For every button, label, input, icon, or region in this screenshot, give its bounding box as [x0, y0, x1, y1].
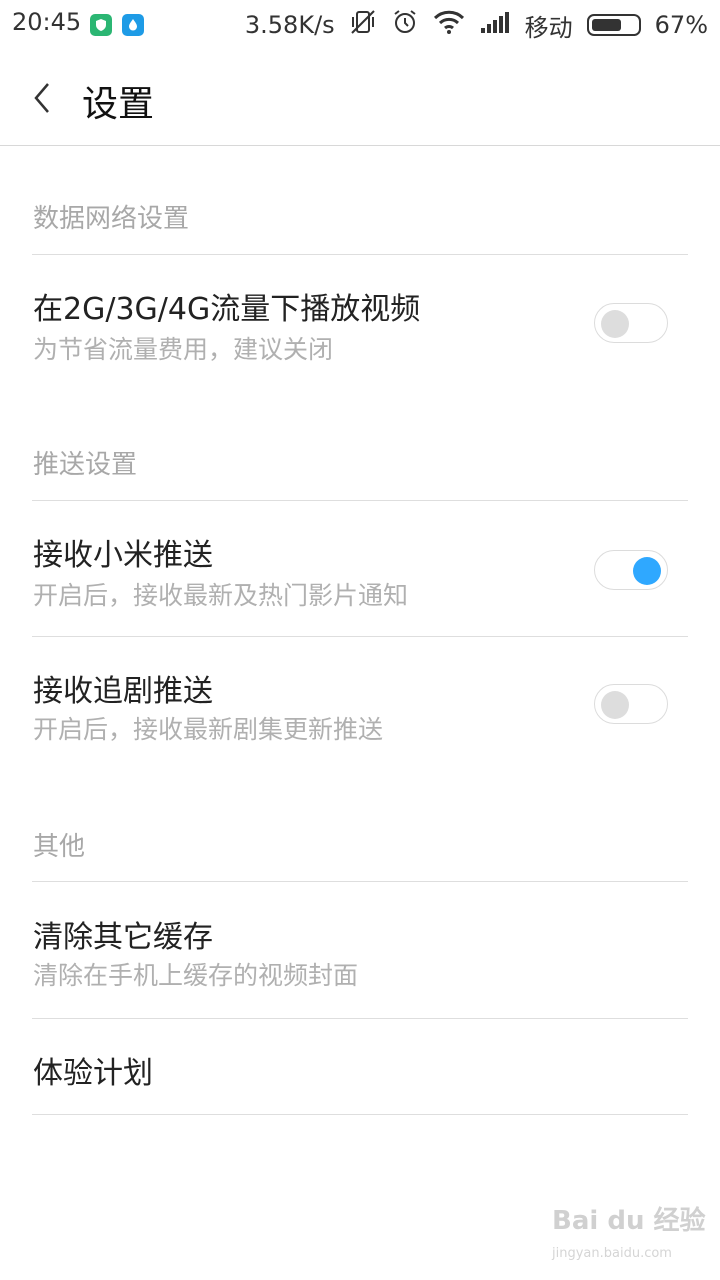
row-title: 清除其它缓存 [33, 920, 213, 955]
row-subtitle: 为节省流量费用，建议关闭 [33, 335, 334, 364]
toggle-knob [633, 557, 661, 585]
section-title-data-network: 数据网络设置 [33, 204, 190, 234]
signal-icon [479, 10, 511, 40]
back-arrow-icon[interactable] [30, 80, 52, 120]
battery-icon [586, 14, 641, 36]
series-push-toggle[interactable] [594, 684, 668, 724]
row-title: 在2G/3G/4G流量下播放视频 [33, 292, 421, 327]
row-title: 接收追剧推送 [33, 674, 213, 709]
divider [32, 881, 688, 882]
row-subtitle: 清除在手机上缓存的视频封面 [33, 961, 359, 990]
divider [32, 500, 688, 501]
row-title: 接收小米推送 [33, 538, 213, 573]
row-subtitle: 开启后，接收最新剧集更新推送 [33, 715, 384, 744]
water-app-icon [122, 14, 144, 36]
network-speed: 3.58K/s [244, 11, 335, 39]
toggle-knob [601, 310, 629, 338]
page-header: 设置 [0, 50, 720, 146]
wifi-icon [433, 10, 465, 40]
divider [32, 254, 688, 255]
xiaomi-push-toggle[interactable] [594, 550, 668, 590]
baidu-watermark: Bai du 经验 [552, 1206, 706, 1236]
section-title-push: 推送设置 [33, 450, 138, 480]
alarm-icon [391, 8, 419, 42]
page-title: 设置 [82, 84, 155, 125]
battery-percent: 67% [654, 11, 708, 39]
row-title: 体验计划 [33, 1056, 153, 1091]
baidu-watermark-url: jingyan.baidu.com [552, 1246, 672, 1261]
section-title-other: 其他 [33, 832, 86, 862]
status-time: 20:45 [12, 8, 82, 36]
shield-app-icon [90, 14, 112, 36]
cellular-video-toggle[interactable] [594, 303, 668, 343]
divider [32, 1114, 688, 1115]
vibrate-off-icon [349, 9, 377, 41]
toggle-knob [601, 691, 629, 719]
carrier-label: 移动 [524, 13, 573, 42]
divider [32, 1018, 688, 1019]
divider [32, 636, 688, 637]
status-bar: 20:45 3.58K/s 移动 67% [0, 0, 720, 50]
row-subtitle: 开启后，接收最新及热门影片通知 [33, 581, 409, 610]
